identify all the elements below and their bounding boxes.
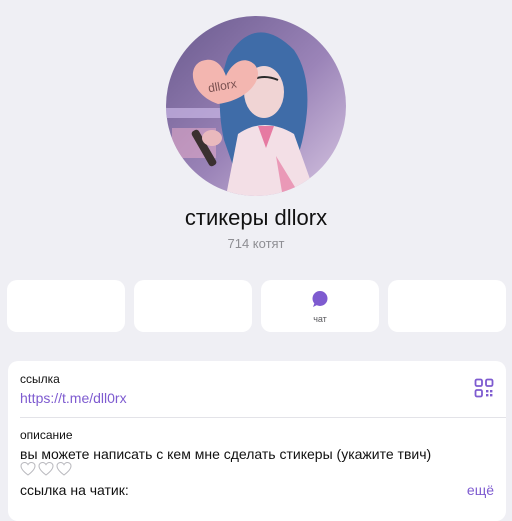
subscriber-count: 714 котят [227, 236, 285, 251]
link-value[interactable]: https://t.me/dll0rx [20, 389, 127, 407]
description-text: вы можете написать с кем мне сделать сти… [20, 446, 432, 462]
chat-link-label: ссылка на чатик: [20, 482, 129, 498]
white-heart-icon [56, 461, 72, 479]
action-button-1[interactable] [7, 280, 125, 332]
profile-avatar[interactable]: dllorx [166, 16, 346, 196]
chat-button[interactable]: чат [261, 280, 379, 332]
divider [20, 417, 506, 418]
description-label: описание [20, 428, 73, 442]
hearts [20, 461, 72, 479]
action-button-4[interactable] [388, 280, 506, 332]
qr-code-icon[interactable] [474, 378, 494, 398]
chat-button-label: чат [313, 314, 327, 324]
chat-bubble-icon [311, 290, 329, 313]
white-heart-icon [38, 461, 54, 479]
info-card: ссылка https://t.me/dll0rx описание вы м… [8, 361, 506, 521]
avatar-photo: dllorx [166, 16, 346, 196]
white-heart-icon [20, 461, 36, 479]
profile-name: стикеры dllorx [184, 205, 328, 230]
action-button-2[interactable] [134, 280, 252, 332]
more-button[interactable]: ещё [467, 481, 494, 499]
link-label: ссылка [20, 372, 60, 386]
